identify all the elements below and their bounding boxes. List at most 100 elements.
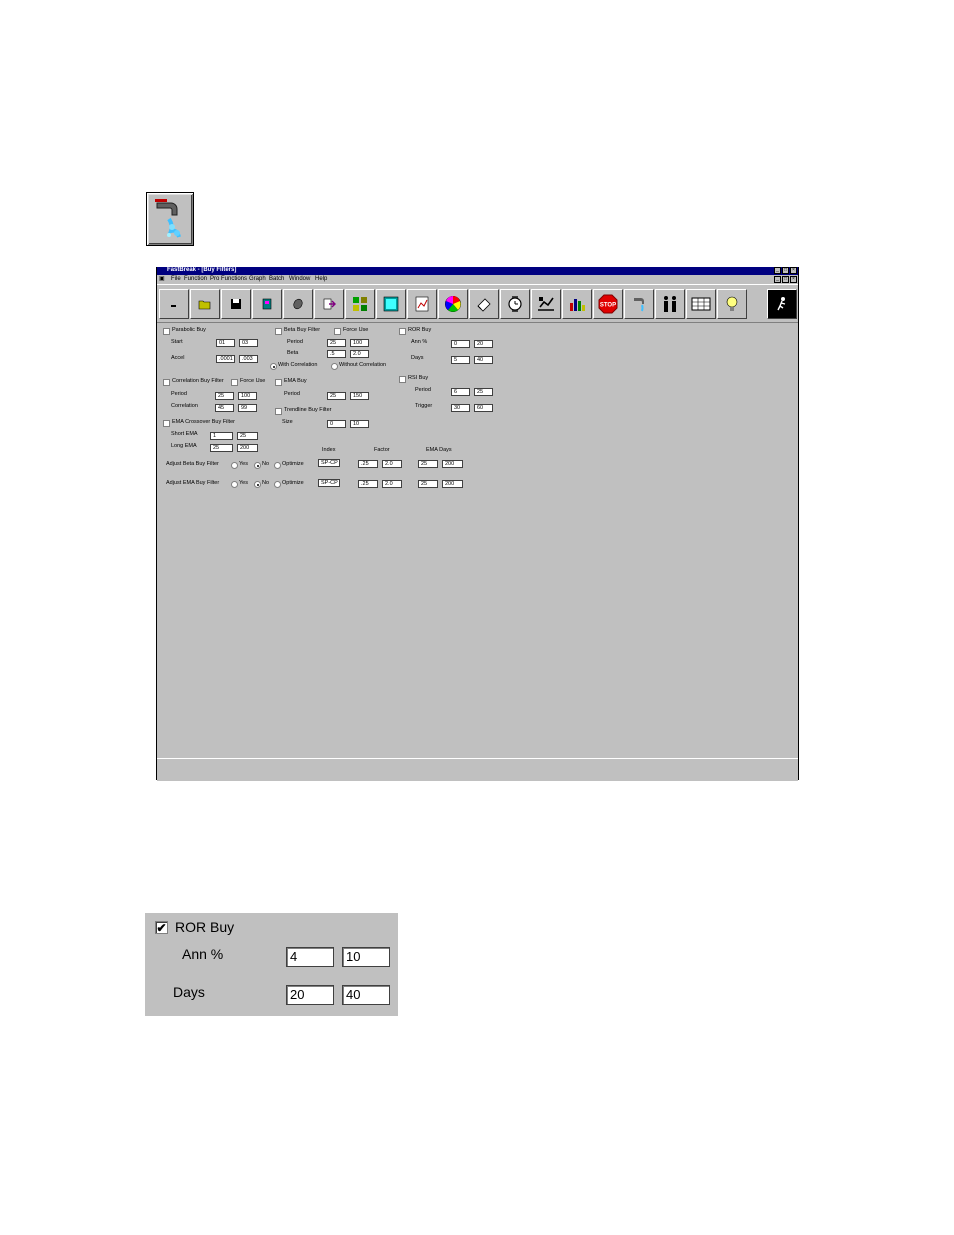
zoom-ror-buy-checkbox[interactable]: ✔ xyxy=(155,921,168,934)
zoom-days-min-field[interactable]: 20 xyxy=(286,985,334,1005)
stop-label: STOP xyxy=(600,303,616,309)
correlation-max-field[interactable]: 99 xyxy=(238,404,257,412)
mdi-restore-button[interactable]: □ xyxy=(782,276,789,283)
beta-period-max-field[interactable]: 100 xyxy=(350,339,369,347)
correlation-min-field[interactable]: 45 xyxy=(215,404,234,412)
correlation-force-use-checkbox[interactable] xyxy=(231,379,238,386)
ror-ann-max-field[interactable]: 20 xyxy=(474,340,493,348)
menu-pro-functions[interactable]: Pro Functions xyxy=(210,275,247,284)
zoom-ann-max-field[interactable]: 10 xyxy=(342,947,390,967)
adjust-beta-ema-min-field[interactable]: 25 xyxy=(418,460,438,468)
tool-people-chart-icon[interactable] xyxy=(531,289,561,319)
tool-save-icon[interactable] xyxy=(221,289,251,319)
parabolic-start-max-field[interactable]: 03 xyxy=(239,339,258,347)
trendline-buy-filter-checkbox[interactable] xyxy=(275,408,282,415)
tool-people-icon[interactable] xyxy=(655,289,685,319)
beta-beta-min-field[interactable]: .5 xyxy=(327,350,346,358)
adjust-ema-no-radio[interactable] xyxy=(254,481,261,488)
short-ema-min-field[interactable]: 1 xyxy=(210,432,233,440)
mdi-close-button[interactable]: × xyxy=(790,276,797,283)
tool-grid-icon[interactable] xyxy=(686,289,716,319)
close-button[interactable]: × xyxy=(790,267,797,274)
tool-bar-chart-icon[interactable] xyxy=(562,289,592,319)
tool-stone-icon[interactable] xyxy=(283,289,313,319)
buy-filters-panel: Parabolic Buy Start 01 03 Accel .0001 .0… xyxy=(157,322,798,758)
mdi-minimize-button[interactable]: _ xyxy=(774,276,781,283)
zoom-days-max-field[interactable]: 40 xyxy=(342,985,390,1005)
rsi-period-min-field[interactable]: 6 xyxy=(451,388,470,396)
tool-minimize-icon[interactable] xyxy=(159,289,189,319)
parabolic-buy-checkbox[interactable] xyxy=(163,328,170,335)
short-ema-max-field[interactable]: 25 xyxy=(237,432,258,440)
tool-color-wheel-icon[interactable] xyxy=(438,289,468,319)
tool-lightbulb-icon[interactable] xyxy=(717,289,747,319)
beta-beta-max-field[interactable]: 2.0 xyxy=(350,350,369,358)
parabolic-accel-max-field[interactable]: .003 xyxy=(239,355,258,363)
beta-period-min-field[interactable]: 25 xyxy=(327,339,346,347)
tool-eraser-icon[interactable] xyxy=(469,289,499,319)
menu-window[interactable]: Window xyxy=(289,275,310,284)
with-correlation-radio[interactable] xyxy=(270,363,277,370)
tool-chart-abc-icon[interactable] xyxy=(407,289,437,319)
adjust-ema-ema-min-field[interactable]: 25 xyxy=(418,480,438,488)
tool-stop-icon[interactable]: STOP xyxy=(593,289,623,319)
tool-exit-runner-icon[interactable] xyxy=(767,289,797,319)
ror-buy-checkbox[interactable] xyxy=(399,328,406,335)
correlation-value-label: Correlation xyxy=(171,403,198,409)
zoom-ann-min-field[interactable]: 4 xyxy=(286,947,334,967)
adjust-beta-index-field[interactable]: SP-CP xyxy=(318,459,340,467)
without-correlation-radio[interactable] xyxy=(331,363,338,370)
adjust-ema-optimize-radio[interactable] xyxy=(274,481,281,488)
correlation-period-max-field[interactable]: 100 xyxy=(238,392,257,400)
adjust-beta-factor-max-field[interactable]: 2.0 xyxy=(382,460,402,468)
ema-buy-checkbox[interactable] xyxy=(275,379,282,386)
ror-days-max-field[interactable]: 40 xyxy=(474,356,493,364)
adjust-ema-factor-min-field[interactable]: .25 xyxy=(358,480,378,488)
rsi-trigger-max-field[interactable]: 60 xyxy=(474,404,493,412)
adjust-beta-yes-radio[interactable] xyxy=(231,462,238,469)
ema-crossover-checkbox[interactable] xyxy=(163,420,170,427)
tool-report-icon[interactable] xyxy=(376,289,406,319)
tool-watch-icon[interactable] xyxy=(500,289,530,319)
ror-days-min-field[interactable]: 5 xyxy=(451,356,470,364)
adjust-beta-ema-max-field[interactable]: 200 xyxy=(442,460,463,468)
menu-file[interactable]: File xyxy=(171,275,181,284)
tool-book-icon[interactable] xyxy=(252,289,282,319)
correlation-buy-filter-checkbox[interactable] xyxy=(163,379,170,386)
menu-batch[interactable]: Batch xyxy=(269,275,284,284)
adjust-ema-index-field[interactable]: SP-CP xyxy=(318,479,340,487)
parabolic-accel-min-field[interactable]: .0001 xyxy=(216,355,235,363)
tool-open-folder-icon[interactable] xyxy=(190,289,220,319)
long-ema-max-field[interactable]: 200 xyxy=(237,444,258,452)
rsi-buy-checkbox[interactable] xyxy=(399,376,406,383)
adjust-ema-factor-max-field[interactable]: 2.0 xyxy=(382,480,402,488)
beta-buy-filter-checkbox[interactable] xyxy=(275,328,282,335)
menu-function[interactable]: Function xyxy=(184,275,207,284)
ema-period-max-field[interactable]: 150 xyxy=(350,392,369,400)
zoom-ann-label: Ann % xyxy=(182,946,224,962)
tool-faucet-icon[interactable] xyxy=(624,289,654,319)
tool-puzzle-icon[interactable] xyxy=(345,289,375,319)
menu-help[interactable]: Help xyxy=(315,275,327,284)
ema-period-min-field[interactable]: 25 xyxy=(327,392,346,400)
trendline-size-max-field[interactable]: 10 xyxy=(350,420,369,428)
menu-graph[interactable]: Graph xyxy=(249,275,266,284)
maximize-button[interactable]: □ xyxy=(782,267,789,274)
parabolic-start-min-field[interactable]: 01 xyxy=(216,339,235,347)
tool-export-icon[interactable] xyxy=(314,289,344,319)
ror-buy-label: ROR Buy xyxy=(408,327,432,333)
adjust-beta-no-radio[interactable] xyxy=(254,462,261,469)
adjust-beta-factor-min-field[interactable]: .25 xyxy=(358,460,378,468)
correlation-period-min-field[interactable]: 25 xyxy=(215,392,234,400)
minimize-button[interactable]: _ xyxy=(774,267,781,274)
beta-force-use-checkbox[interactable] xyxy=(334,328,341,335)
long-ema-min-field[interactable]: 25 xyxy=(210,444,233,452)
rsi-period-max-field[interactable]: 25 xyxy=(474,388,493,396)
adjust-beta-optimize-radio[interactable] xyxy=(274,462,281,469)
trendline-size-min-field[interactable]: 0 xyxy=(327,420,346,428)
rsi-trigger-min-field[interactable]: 30 xyxy=(451,404,470,412)
adjust-ema-yes-radio[interactable] xyxy=(231,481,238,488)
short-ema-label: Short EMA xyxy=(171,431,198,437)
ror-ann-min-field[interactable]: 0 xyxy=(451,340,470,348)
adjust-ema-ema-max-field[interactable]: 200 xyxy=(442,480,463,488)
